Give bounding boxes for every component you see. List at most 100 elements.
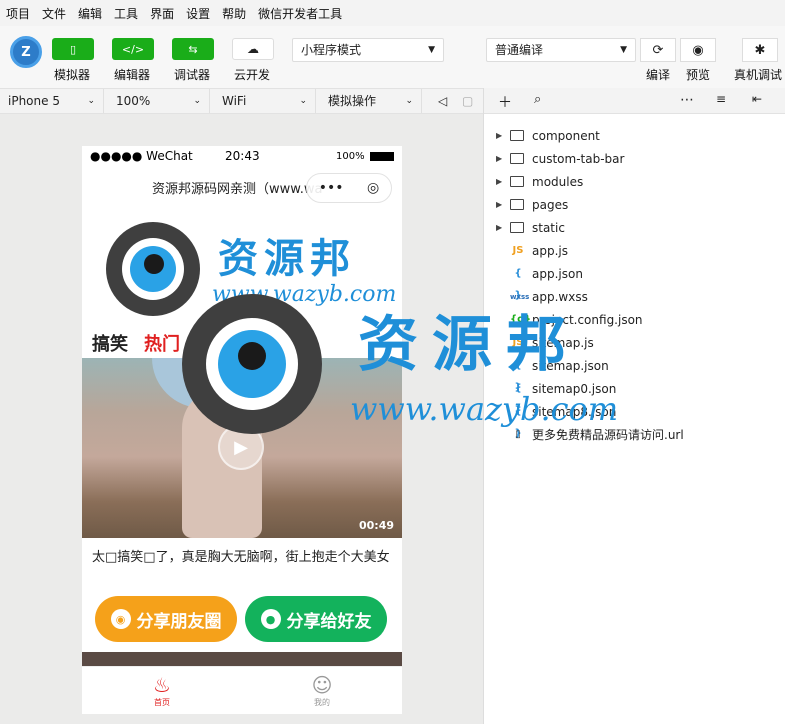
real-debug-label: 真机调试 bbox=[733, 68, 782, 82]
carrier-text: ●●●●● WeChat bbox=[90, 149, 193, 163]
debug-icon: ⇆ bbox=[188, 42, 198, 56]
more-icon[interactable]: ⋯ bbox=[680, 92, 694, 108]
js-file-icon: JS bbox=[512, 245, 524, 256]
tab-hot[interactable]: 热门 bbox=[144, 330, 180, 356]
tabbar-home[interactable]: ♨ 首页 bbox=[132, 673, 192, 708]
tabbar-mine[interactable]: ☺ 我的 bbox=[292, 673, 352, 708]
category-tabs: 搞笑 热门 高 bbox=[92, 330, 214, 356]
preview-label: 预览 bbox=[685, 68, 710, 82]
share-moments-label: 分享朋友圈 bbox=[136, 611, 222, 632]
time-text: 20:43 bbox=[225, 149, 260, 163]
window-icon[interactable]: ▢ bbox=[454, 89, 478, 113]
tab-bar: ♨ 首页 ☺ 我的 bbox=[82, 666, 402, 714]
operation-value: 模拟操作 bbox=[328, 94, 377, 108]
zoom-select[interactable]: 100% ⌄ bbox=[108, 89, 210, 113]
play-icon[interactable]: ▶ bbox=[218, 424, 264, 470]
chevron-down-icon: ⌄ bbox=[87, 96, 95, 106]
editor-button[interactable]: </> bbox=[112, 38, 154, 60]
tabbar-home-label: 首页 bbox=[154, 698, 170, 707]
code-icon: </> bbox=[121, 42, 145, 56]
compile-button[interactable]: ⟳ bbox=[640, 38, 676, 62]
flame-icon: ♨ bbox=[153, 673, 171, 697]
search-icon[interactable]: ⌕ bbox=[534, 92, 541, 107]
volume-icon[interactable]: ◁ bbox=[430, 89, 454, 113]
real-debug-button[interactable]: ✱ bbox=[742, 38, 778, 62]
tab-more[interactable]: 高 bbox=[196, 330, 214, 356]
menu-edit[interactable]: 编辑 bbox=[78, 5, 102, 22]
menu-settings[interactable]: 设置 bbox=[186, 5, 210, 22]
folder-item[interactable]: ▶ modules bbox=[484, 171, 785, 193]
phone-icon: ▯ bbox=[69, 42, 77, 56]
capsule-menu[interactable]: ••• ◎ bbox=[306, 173, 392, 203]
menu-file[interactable]: 文件 bbox=[42, 5, 66, 22]
device-bar: iPhone 5 ⌄ 100% ⌄ WiFi ⌄ 模拟操作 ⌄ ◁ ▢ bbox=[0, 88, 483, 114]
folder-icon bbox=[510, 153, 524, 164]
user-icon: ☺ bbox=[311, 673, 333, 697]
file-item[interactable]: { } app.json bbox=[484, 263, 785, 301]
mode-select[interactable]: 小程序模式 ▼ bbox=[292, 38, 444, 62]
add-icon[interactable]: ＋ bbox=[498, 92, 512, 112]
cloud-label: 云开发 bbox=[233, 68, 270, 82]
cloud-icon: ☁ bbox=[247, 42, 259, 56]
collapse-icon[interactable]: ≡ bbox=[716, 92, 726, 106]
refresh-icon: ⟳ bbox=[652, 42, 664, 58]
simulator-label: 模拟器 bbox=[53, 68, 90, 82]
watermark-url-large: www.wazyb.com bbox=[350, 390, 619, 428]
cloud-button[interactable]: ☁ bbox=[232, 38, 274, 60]
status-bar: ●●●●● WeChat 20:43 100% bbox=[82, 146, 402, 166]
more-icon[interactable]: ••• bbox=[319, 180, 344, 196]
folder-icon bbox=[510, 222, 524, 233]
chevron-right-icon[interactable]: ▶ bbox=[496, 125, 502, 147]
toolbar: Z ▯ 模拟器 </> 编辑器 ⇆ 调试器 ☁ 云开发 小程序模式 ▼ 普通编译… bbox=[0, 26, 785, 88]
folder-icon bbox=[510, 199, 524, 210]
compile-mode-select[interactable]: 普通编译 ▼ bbox=[486, 38, 636, 62]
menu-help[interactable]: 帮助 bbox=[222, 5, 246, 22]
chevron-right-icon[interactable]: ▶ bbox=[496, 217, 502, 239]
network-select[interactable]: WiFi ⌄ bbox=[214, 89, 316, 113]
menu-project[interactable]: 项目 bbox=[6, 5, 30, 22]
folder-item[interactable]: ▶ custom-tab-bar bbox=[484, 148, 785, 170]
operation-select[interactable]: 模拟操作 ⌄ bbox=[320, 89, 422, 113]
chevron-right-icon[interactable]: ▶ bbox=[496, 148, 502, 170]
watermark-text: 资源邦 bbox=[218, 235, 356, 282]
preview-button[interactable]: ◉ bbox=[680, 38, 716, 62]
chevron-down-icon: ▼ bbox=[620, 45, 627, 55]
app-logo-icon[interactable]: Z bbox=[10, 36, 42, 68]
simulator-button[interactable]: ▯ bbox=[52, 38, 94, 60]
share-friends-label: 分享给好友 bbox=[286, 611, 372, 632]
folder-item[interactable]: ▶ pages bbox=[484, 194, 785, 216]
folder-item[interactable]: ▶ component bbox=[484, 125, 785, 147]
nav-title: 资源邦源码网亲测（www.wa bbox=[152, 182, 323, 197]
moments-icon: ◉ bbox=[110, 609, 131, 629]
chevron-down-icon: ⌄ bbox=[299, 96, 307, 106]
close-icon[interactable]: ◎ bbox=[367, 180, 379, 196]
chevron-down-icon: ⌄ bbox=[405, 96, 413, 106]
bug-icon: ✱ bbox=[754, 42, 766, 58]
compile-mode-value: 普通编译 bbox=[495, 43, 544, 57]
file-name: modules bbox=[532, 175, 584, 189]
share-friends-button[interactable]: ● 分享给好友 bbox=[245, 596, 387, 642]
menu-view[interactable]: 界面 bbox=[150, 5, 174, 22]
next-video-thumbnail[interactable] bbox=[82, 652, 402, 666]
file-name: static bbox=[532, 221, 565, 235]
chevron-right-icon[interactable]: ▶ bbox=[496, 171, 502, 193]
panel-toggle-icon[interactable]: ⇤ bbox=[752, 92, 762, 106]
eye-icon: ◉ bbox=[692, 42, 704, 58]
file-item[interactable]: JS app.js bbox=[484, 240, 785, 262]
tabbar-mine-label: 我的 bbox=[314, 698, 330, 707]
device-select[interactable]: iPhone 5 ⌄ bbox=[0, 89, 104, 113]
folder-item[interactable]: ▶ static bbox=[484, 217, 785, 239]
menu-tools[interactable]: 工具 bbox=[114, 5, 138, 22]
folder-icon bbox=[510, 176, 524, 187]
menu-bar: 项目 文件 编辑 工具 界面 设置 帮助 微信开发者工具 bbox=[0, 0, 785, 26]
folder-icon bbox=[510, 130, 524, 141]
editor-label: 编辑器 bbox=[113, 68, 150, 82]
share-moments-button[interactable]: ◉ 分享朋友圈 bbox=[95, 596, 237, 642]
menu-devtools[interactable]: 微信开发者工具 bbox=[258, 5, 342, 22]
chevron-right-icon[interactable]: ▶ bbox=[496, 194, 502, 216]
debugger-button[interactable]: ⇆ bbox=[172, 38, 214, 60]
tab-funny[interactable]: 搞笑 bbox=[92, 330, 128, 356]
battery-text: 100% bbox=[336, 150, 365, 162]
video-player[interactable]: ▶ 00:49 bbox=[82, 358, 402, 538]
file-name: app.json bbox=[532, 267, 583, 281]
